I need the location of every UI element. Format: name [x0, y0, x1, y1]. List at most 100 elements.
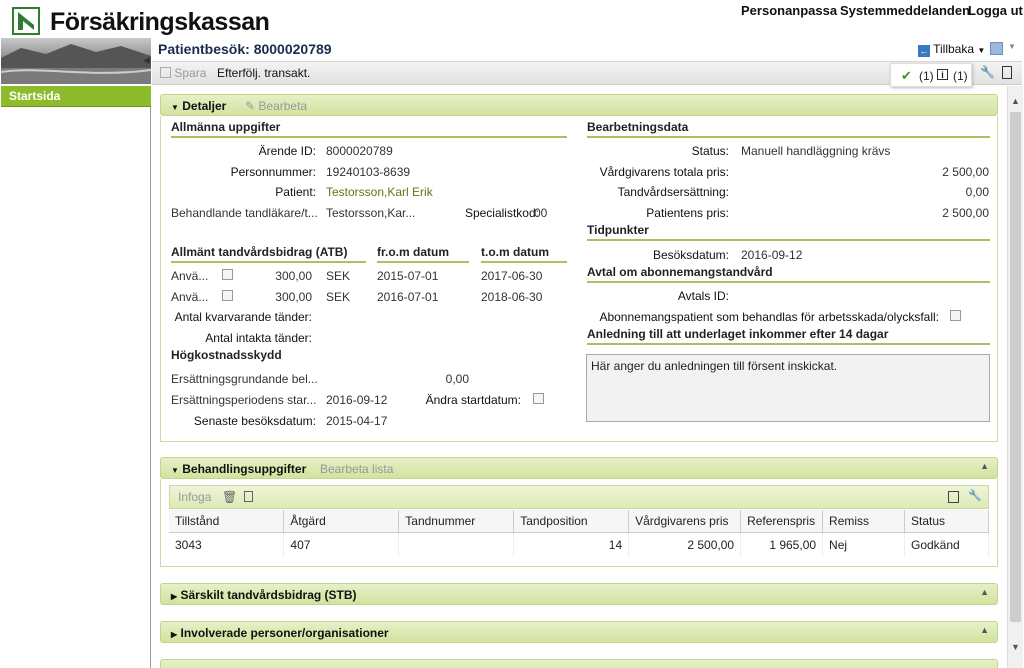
info-count: (1) — [953, 69, 968, 83]
treatments-toolbar: Infoga 🗑 🔧 — [169, 485, 989, 509]
stb-title: ▶ Särskilt tandvårdsbidrag (STB) — [171, 588, 357, 602]
copy-icon[interactable] — [244, 491, 253, 502]
change-start-checkbox[interactable] — [533, 393, 544, 404]
print-icon[interactable] — [1002, 66, 1012, 79]
column-header[interactable]: Status — [904, 510, 990, 533]
notification-box[interactable]: ✔ (1) i (1) — [890, 63, 972, 87]
details-panel: Allmänna uppgifter Ärende ID: 8000020789… — [160, 116, 998, 442]
total-price-value: 2 500,00 — [942, 165, 989, 179]
visit-date-value: 2016-09-12 — [741, 248, 803, 262]
status-value: Manuell handläggning krävs — [741, 144, 891, 158]
details-panel-header[interactable]: ▼ Detaljer ✎ Bearbeta — [160, 94, 998, 116]
save-icon — [160, 67, 171, 78]
arende-label: Ärende ID: — [258, 144, 316, 158]
cell-referenspris: 1 965,00 — [740, 532, 824, 557]
cell-tandnummer — [398, 532, 515, 557]
insert-button[interactable]: Infoga — [178, 490, 211, 504]
involved-panel-header[interactable]: ▶ Involverade personer/organisationer ▲ — [160, 621, 998, 643]
page-title: Patientbesök: 8000020789 — [158, 41, 332, 57]
details-title: ▼ Detaljer — [171, 99, 227, 113]
vertical-scrollbar[interactable]: ▲ ▼ — [1007, 86, 1023, 668]
cell-status: Godkänd — [904, 532, 990, 557]
ok-count: (1) — [919, 69, 934, 83]
atb-row-currency: SEK — [326, 269, 351, 283]
print-icon[interactable] — [948, 491, 959, 503]
treatments-panel: Infoga 🗑 🔧 Tillstånd Åtgärd Tandnummer T… — [160, 479, 998, 567]
treatments-panel-header[interactable]: ▼ Behandlingsuppgifter Bearbeta lista ▲ — [160, 457, 998, 479]
sidebar-item-label: Startsida — [9, 89, 61, 103]
column-header[interactable]: Tandposition — [513, 510, 630, 533]
column-header[interactable]: Tandnummer — [398, 510, 515, 533]
total-price-label: Vårdgivarens totala pris: — [599, 165, 729, 179]
column-header[interactable]: Referenspris — [740, 510, 824, 533]
cell-tillstand: 3043 — [169, 532, 285, 557]
injury-label: Abonnemangspatient som behandlas för arb… — [599, 310, 939, 324]
table-row[interactable]: 3043 407 14 2 500,00 1 965,00 Nej Godkän… — [169, 532, 990, 557]
intact-teeth-label: Antal intakta tänder: — [205, 331, 312, 345]
late-reason-textarea[interactable]: Här anger du anledningen till försent in… — [586, 354, 990, 422]
logga-ut-link[interactable]: Logga ut — [968, 3, 1023, 18]
atb-section-title: Allmänt tandvårdsbidrag (ATB) — [171, 245, 366, 263]
collapse-icon[interactable]: ▲ — [980, 587, 989, 597]
atb-row-amount: 300,00 — [275, 269, 312, 283]
patient-link[interactable]: Testorsson,Karl Erik — [326, 185, 433, 199]
atb-row-from: 2016-07-01 — [377, 290, 439, 304]
general-section-title: Allmänna uppgifter — [171, 120, 567, 138]
avtal-id-label: Avtals ID: — [677, 289, 729, 303]
stb-panel-header[interactable]: ▶ Särskilt tandvårdsbidrag (STB) ▲ — [160, 583, 998, 605]
collapse-icon[interactable]: ▲ — [980, 461, 989, 471]
compensation-label: Tandvårdsersättning: — [617, 185, 729, 199]
basis-value: 0,00 — [445, 372, 469, 386]
dentist-label: Behandlande tandläkare/t... — [171, 206, 318, 220]
column-header[interactable]: Remiss — [822, 510, 905, 533]
injury-checkbox[interactable] — [950, 310, 961, 321]
spec-label: Specialistkod: — [464, 206, 539, 220]
atb-to-header: t.o.m datum — [481, 245, 567, 263]
scrollbar-thumb[interactable] — [1010, 112, 1021, 622]
atb-row-checkbox[interactable] — [222, 290, 233, 301]
hkskydd-section-title: Högkostnadsskydd — [171, 348, 282, 362]
follow-transaction-button[interactable]: Efterfölj. transakt. — [217, 66, 310, 80]
status-label: Status: — [691, 144, 729, 158]
period-start-value: 2016-09-12 — [326, 393, 388, 407]
patient-price-label: Patientens pris: — [646, 206, 729, 220]
period-start-label: Ersättningsperiodens star... — [171, 393, 317, 407]
arende-value: 8000020789 — [326, 144, 393, 158]
scroll-up-icon[interactable]: ▲ — [1011, 96, 1020, 106]
back-button[interactable]: ← Tillbaka ▼ — [918, 42, 985, 57]
sidebar-collapse-icon[interactable]: ◀ — [143, 55, 150, 66]
cell-remiss: Nej — [822, 532, 905, 557]
times-section-title: Tidpunkter — [587, 223, 990, 241]
atb-row-amount: 300,00 — [275, 290, 312, 304]
chevron-down-icon[interactable]: ▼ — [1008, 42, 1016, 51]
change-start-label: Ändra startdatum: — [425, 393, 521, 407]
forward-icon[interactable] — [990, 42, 1003, 55]
sidebar — [1, 86, 151, 668]
save-button[interactable]: Spara — [160, 66, 206, 80]
wrench-icon[interactable]: 🔧 — [968, 489, 982, 502]
more-panel-header[interactable] — [160, 659, 998, 668]
involved-title: ▶ Involverade personer/organisationer — [171, 626, 389, 640]
patient-price-value: 2 500,00 — [942, 206, 989, 220]
wrench-icon[interactable]: 🔧 — [980, 65, 995, 79]
systemmeddelanden-link[interactable]: Systemmeddelanden — [840, 3, 970, 18]
pnr-value: 19240103-8639 — [326, 165, 411, 179]
remaining-teeth-label: Antal kvarvarande tänder: — [174, 310, 312, 324]
column-header[interactable]: Tillstånd — [169, 510, 285, 533]
column-header[interactable]: Vårdgivarens pris — [628, 510, 742, 533]
trash-icon[interactable]: 🗑 — [222, 490, 237, 504]
header-landscape-image — [0, 38, 152, 84]
atb-row-checkbox[interactable] — [222, 269, 233, 280]
sidebar-item-startsida[interactable]: Startsida — [1, 86, 151, 107]
scroll-down-icon[interactable]: ▼ — [1011, 642, 1020, 652]
last-visit-value: 2015-04-17 — [326, 414, 388, 428]
back-icon: ← — [918, 45, 930, 57]
column-header[interactable]: Åtgärd — [283, 510, 400, 533]
collapse-icon[interactable]: ▲ — [980, 625, 989, 635]
atb-row-currency: SEK — [326, 290, 351, 304]
edit-list-button[interactable]: Bearbeta lista — [320, 462, 393, 476]
edit-button[interactable]: ✎ Bearbeta — [245, 99, 307, 113]
personanpassa-link[interactable]: Personanpassa — [741, 3, 837, 18]
patient-label: Patient: — [275, 185, 316, 199]
basis-label: Ersättningsgrundande bel... — [171, 372, 318, 386]
